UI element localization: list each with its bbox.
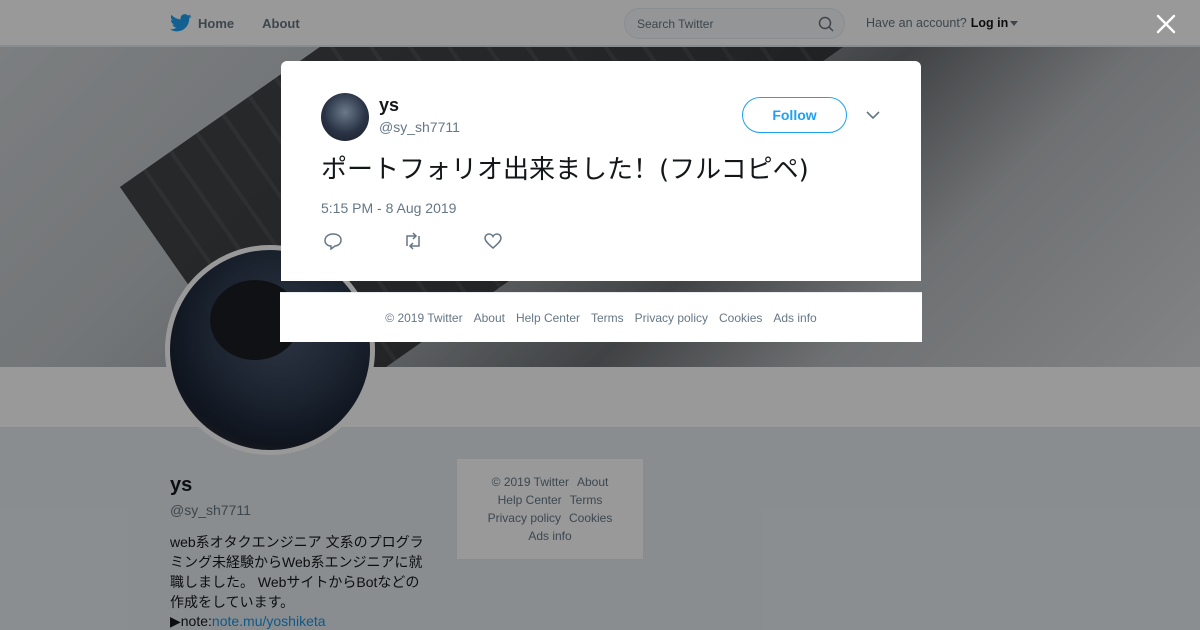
modal-footer-help[interactable]: Help Center	[516, 311, 580, 325]
tweet-modal: ys @sy_sh7711 Follow ポートフォリオ出来ました！(フルコピペ…	[281, 61, 921, 281]
modal-footer-privacy[interactable]: Privacy policy	[635, 311, 708, 325]
follow-button[interactable]: Follow	[742, 97, 847, 133]
modal-footer-ads[interactable]: Ads info	[773, 311, 816, 325]
tweet-author-name[interactable]: ys	[379, 95, 399, 116]
chevron-down-icon[interactable]	[865, 109, 881, 121]
tweet-text: ポートフォリオ出来ました！(フルコピペ)	[321, 155, 809, 185]
modal-footer-terms[interactable]: Terms	[591, 311, 624, 325]
close-icon[interactable]	[1154, 12, 1178, 36]
modal-footer-about[interactable]: About	[474, 311, 505, 325]
like-heart-icon[interactable]	[483, 232, 503, 250]
reply-icon[interactable]	[323, 232, 343, 250]
retweet-icon[interactable]	[403, 232, 423, 250]
tweet-avatar[interactable]	[321, 93, 369, 141]
tweet-author-handle[interactable]: @sy_sh7711	[379, 119, 460, 135]
modal-footer-copyright: © 2019 Twitter	[385, 310, 463, 325]
tweet-timestamp[interactable]: 5:15 PM - 8 Aug 2019	[321, 200, 456, 216]
modal-footer-cookies[interactable]: Cookies	[719, 311, 762, 325]
modal-footer: © 2019 Twitter About Help Center Terms P…	[280, 292, 922, 342]
